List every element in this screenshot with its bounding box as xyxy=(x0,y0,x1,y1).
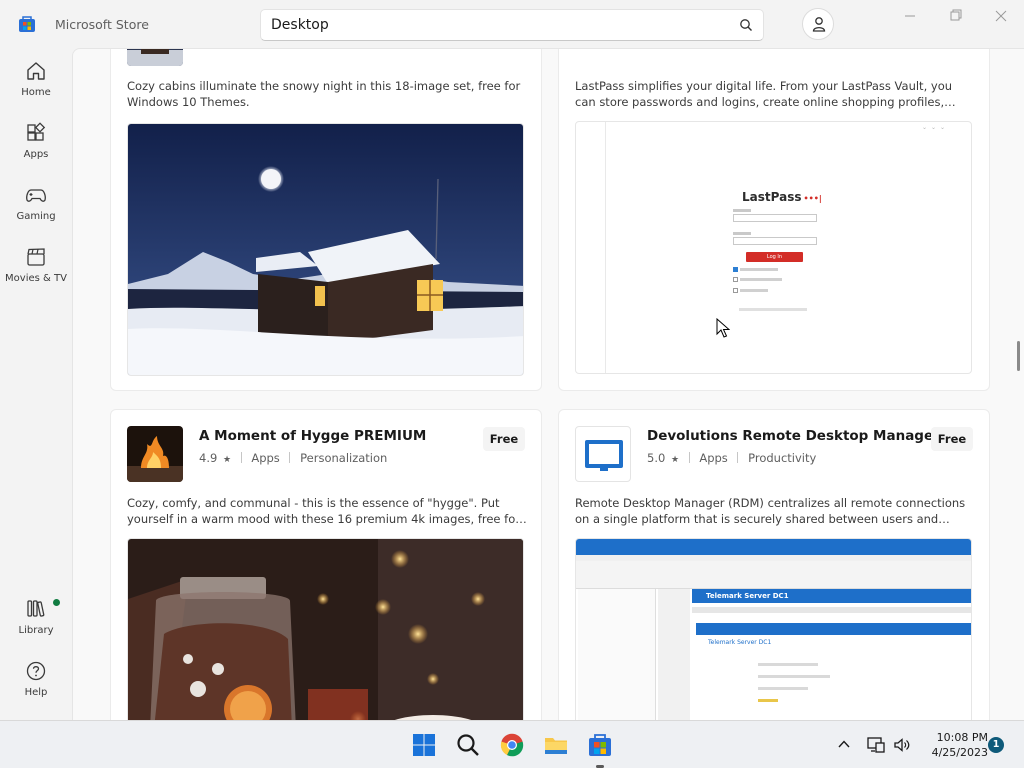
apps-icon xyxy=(27,122,46,141)
app-category: Apps xyxy=(699,451,728,465)
app-meta: 4.9 ★ Apps Personalization xyxy=(199,451,387,465)
microsoft-store-icon[interactable] xyxy=(587,732,613,758)
notification-badge[interactable]: 1 xyxy=(988,737,1004,753)
lastpass-email-field xyxy=(733,214,817,222)
app-name: Devolutions Remote Desktop Manager xyxy=(647,428,940,444)
clapperboard-icon xyxy=(27,248,45,266)
result-card-devolutions[interactable]: Devolutions Remote Desktop Manager 5.0 ★… xyxy=(558,409,990,720)
sidebar-item-help[interactable]: Help xyxy=(0,660,72,716)
gamepad-icon xyxy=(26,189,46,202)
card-description: LastPass simplifies your digital life. F… xyxy=(575,79,953,109)
card-description: Cozy, comfy, and communal - this is the … xyxy=(127,496,520,526)
search-icon[interactable] xyxy=(739,18,753,32)
clock-date: 4/25/2023 xyxy=(931,746,988,759)
hygge-app-icon xyxy=(127,426,183,482)
rdm-entry-title: Telemark Server DC1 xyxy=(708,639,772,646)
screenshot-rdm-app: Telemark Server DC1 Telemark Server DC1 xyxy=(575,538,972,720)
volume-icon[interactable] xyxy=(892,735,912,755)
taskbar: 10:08 PM 4/25/2023 1 xyxy=(0,720,1024,768)
rating-value: 5.0 xyxy=(647,451,666,465)
scrollbar-thumb[interactable] xyxy=(1017,341,1020,371)
rating-value: 4.9 xyxy=(199,451,218,465)
sidebar-item-label: Movies & TV xyxy=(5,273,67,284)
card-description: Remote Desktop Manager (RDM) centralizes… xyxy=(575,496,966,526)
chevron-up-icon[interactable] xyxy=(836,736,852,752)
update-indicator-dot xyxy=(53,599,60,606)
sidebar-item-home[interactable]: Home xyxy=(0,60,72,116)
screenshot-lastpass-login: ⌄⌄⌄ LastPass •••| Log In xyxy=(575,121,972,374)
user-icon xyxy=(812,17,826,32)
get-free-button[interactable]: Free xyxy=(483,427,525,451)
sidebar-item-gaming[interactable]: Gaming xyxy=(0,184,72,240)
sidebar-item-apps[interactable]: Apps xyxy=(0,122,72,178)
title-bar: Microsoft Store Desktop xyxy=(0,0,1024,48)
app-category: Apps xyxy=(251,451,280,465)
sidebar-item-movies-tv[interactable]: Movies & TV xyxy=(0,246,72,302)
sidebar-item-label: Apps xyxy=(23,149,49,160)
app-name: A Moment of Hygge PREMIUM xyxy=(199,428,427,444)
file-explorer-icon[interactable] xyxy=(543,732,569,758)
search-results: Cozy cabins illuminate the snowy night i… xyxy=(72,48,1024,720)
rdm-panel-title: Telemark Server DC1 xyxy=(692,589,971,603)
home-icon xyxy=(27,62,45,80)
store-logo-icon xyxy=(19,16,35,32)
lastpass-logo: LastPass •••| xyxy=(742,190,822,204)
lastpass-password-field xyxy=(733,237,817,245)
screenshot-snowy-cabin xyxy=(127,123,524,376)
network-icon[interactable] xyxy=(866,735,886,755)
sidebar: Home Apps Gaming Movies & TV Library Hel… xyxy=(0,48,72,720)
lastpass-login-button: Log In xyxy=(746,252,803,262)
windows-start-icon[interactable] xyxy=(411,732,437,758)
result-card-lastpass[interactable]: LastPass simplifies your digital life. F… xyxy=(558,49,990,391)
star-icon: ★ xyxy=(670,455,680,465)
search-icon[interactable] xyxy=(455,732,481,758)
app-title: Microsoft Store xyxy=(55,17,149,32)
sidebar-item-label: Gaming xyxy=(16,211,56,222)
app-subcategory: Productivity xyxy=(748,451,817,465)
app-meta: 5.0 ★ Apps Productivity xyxy=(647,451,816,465)
sidebar-item-label: Library xyxy=(18,625,54,636)
help-icon xyxy=(26,661,46,681)
cozy-cabins-app-icon xyxy=(127,49,183,66)
sidebar-item-label: Help xyxy=(24,687,48,698)
sidebar-item-library[interactable]: Library xyxy=(0,598,72,654)
minimize-icon[interactable] xyxy=(896,6,924,26)
screenshot-hygge-jar xyxy=(127,538,524,720)
card-description: Cozy cabins illuminate the snowy night i… xyxy=(127,79,521,109)
star-icon: ★ xyxy=(222,455,232,465)
search-input[interactable]: Desktop xyxy=(271,17,329,33)
account-button[interactable] xyxy=(802,8,834,40)
mouse-cursor-icon xyxy=(716,318,730,338)
search-box[interactable]: Desktop xyxy=(260,9,764,41)
restore-icon[interactable] xyxy=(941,6,969,26)
get-free-button[interactable]: Free xyxy=(931,427,973,451)
devolutions-app-icon xyxy=(575,426,631,482)
app-subcategory: Personalization xyxy=(300,451,388,465)
library-icon xyxy=(27,600,45,617)
result-card-hygge[interactable]: A Moment of Hygge PREMIUM 4.9 ★ Apps Per… xyxy=(110,409,542,720)
close-icon[interactable] xyxy=(987,6,1015,26)
chrome-icon[interactable] xyxy=(499,732,525,758)
result-card-cozy-cabins[interactable]: Cozy cabins illuminate the snowy night i… xyxy=(110,49,542,391)
clock-time: 10:08 PM xyxy=(936,731,988,744)
clock[interactable]: 10:08 PM 4/25/2023 xyxy=(922,730,988,760)
sidebar-item-label: Home xyxy=(21,87,51,98)
